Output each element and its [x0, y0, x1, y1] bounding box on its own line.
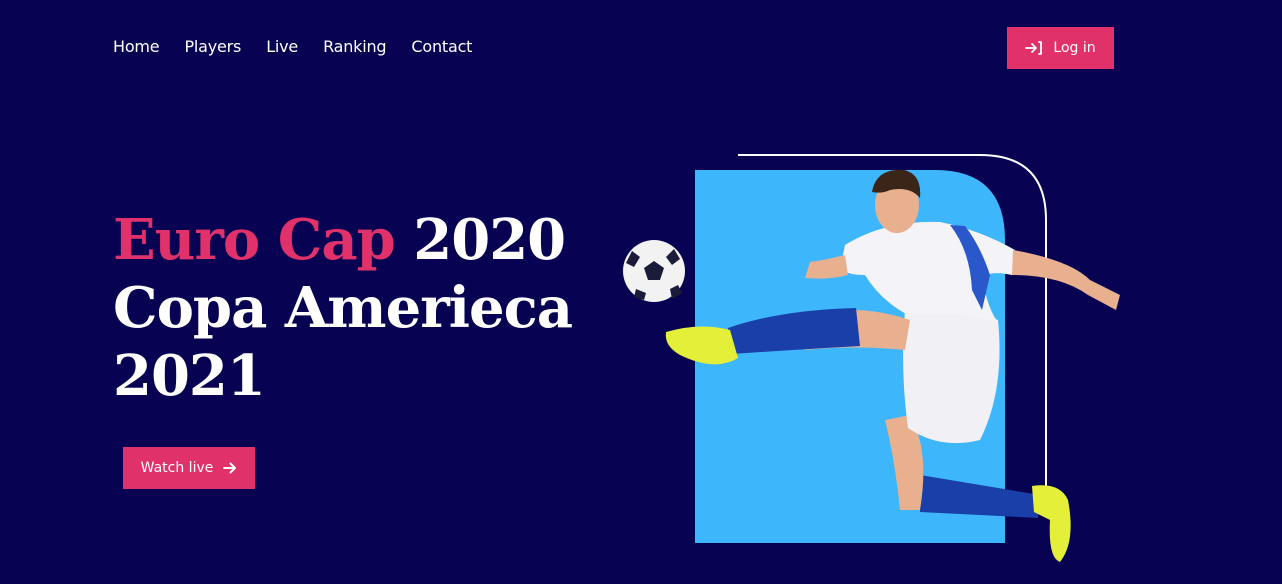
soccer-ball-icon — [623, 240, 685, 302]
nav-item-live[interactable]: Live — [266, 36, 298, 58]
hero-title-line-1: Euro Cap 2020 — [113, 206, 633, 274]
arrow-right-icon — [223, 459, 237, 478]
hero-title-line-2: Copa Amerieca — [113, 275, 573, 341]
nav-item-players[interactable]: Players — [184, 36, 241, 58]
nav-item-home[interactable]: Home — [113, 36, 160, 58]
login-button[interactable]: Log in — [1007, 27, 1114, 69]
nav-item-ranking[interactable]: Ranking — [323, 36, 387, 58]
watch-live-button[interactable]: Watch live — [123, 447, 255, 489]
hero-title-accent: Euro Cap — [113, 207, 396, 273]
nav-item-contact[interactable]: Contact — [411, 36, 472, 58]
login-icon — [1025, 40, 1043, 56]
main-nav: Home Players Live Ranking Contact — [113, 36, 472, 58]
hero-title: Euro Cap 2020 Copa Amerieca 2021 — [113, 206, 633, 410]
hero-title-line-3: 2021 — [113, 343, 266, 409]
watch-live-label: Watch live — [140, 460, 214, 476]
hero-illustration — [620, 150, 1140, 580]
hero-title-year: 2020 — [413, 207, 566, 273]
login-label: Log in — [1053, 40, 1096, 56]
